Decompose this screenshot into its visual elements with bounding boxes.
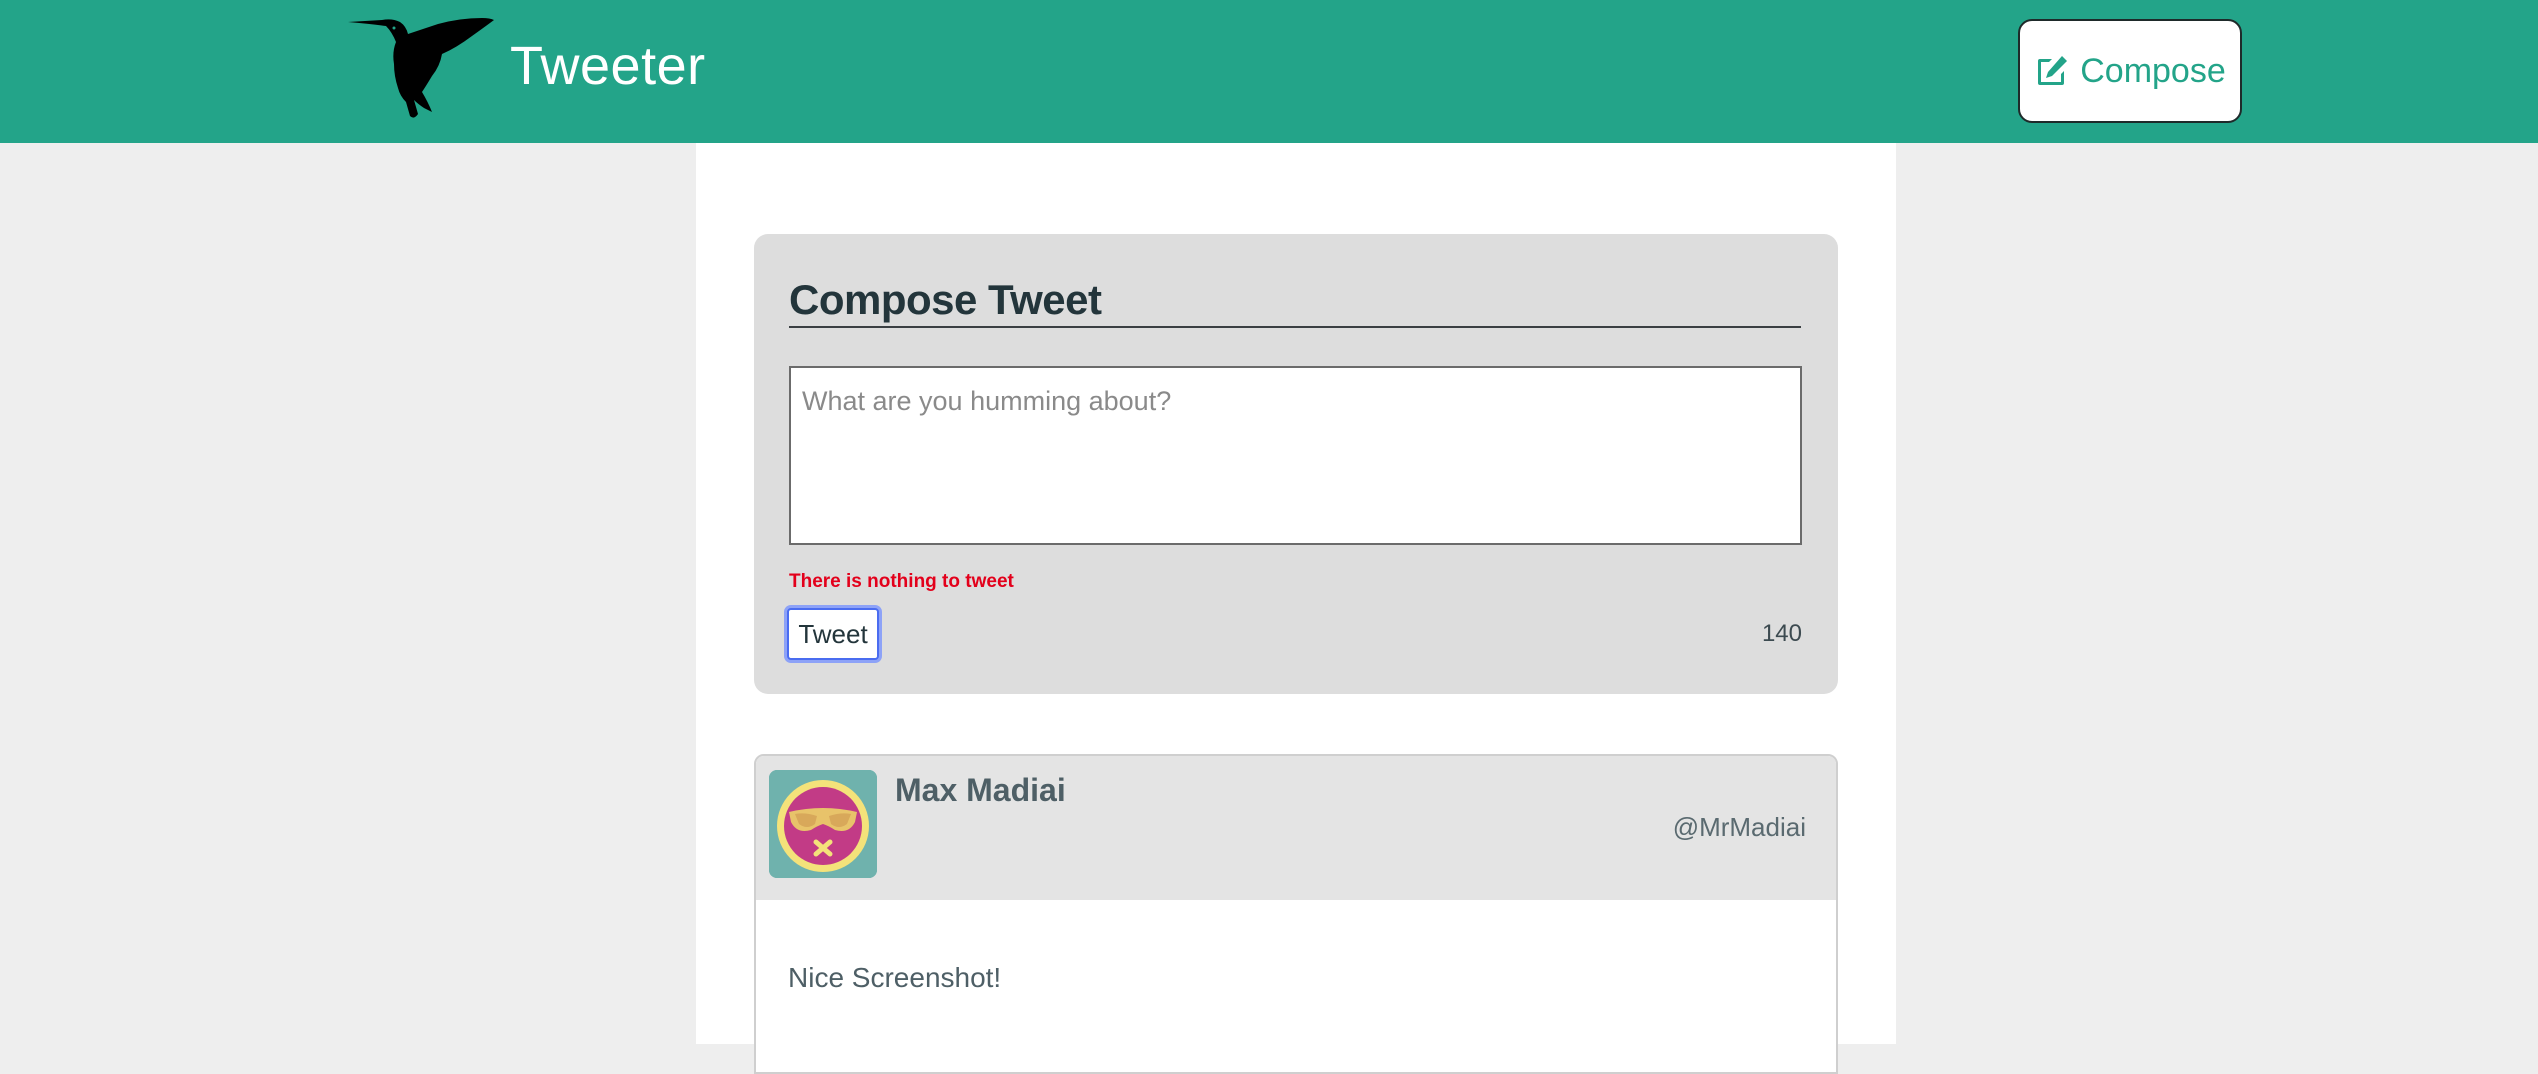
compose-button-label: Compose	[2080, 51, 2226, 90]
main-column: Compose Tweet There is nothing to tweet …	[696, 143, 1896, 1074]
tweet-button[interactable]: Tweet	[787, 608, 879, 660]
compose-button[interactable]: Compose	[2018, 19, 2242, 123]
edit-icon	[2038, 56, 2068, 85]
brand: Tweeter	[348, 16, 706, 120]
hummingbird-icon	[348, 18, 494, 118]
tweet-article: Max Madiai @MrMadiai Nice Screenshot!	[754, 754, 1838, 1074]
compose-panel: Compose Tweet There is nothing to tweet …	[754, 234, 1838, 694]
avatar	[769, 770, 877, 878]
char-counter: 140	[1761, 620, 1802, 647]
tweet-body: Nice Screenshot!	[788, 962, 1002, 993]
tweet-textarea[interactable]	[789, 366, 1802, 545]
tweet-author-name: Max Madiai	[895, 772, 1066, 808]
app-title: Tweeter	[510, 36, 706, 96]
avatar-sunglasses-icon	[769, 770, 877, 878]
top-nav: Tweeter Compose	[0, 0, 2538, 143]
error-message: There is nothing to tweet	[789, 571, 1014, 592]
tweet-header: Max Madiai @MrMadiai	[756, 756, 1836, 900]
tweet-author-handle: @MrMadiai	[1672, 812, 1806, 842]
compose-heading: Compose Tweet	[789, 276, 1801, 328]
